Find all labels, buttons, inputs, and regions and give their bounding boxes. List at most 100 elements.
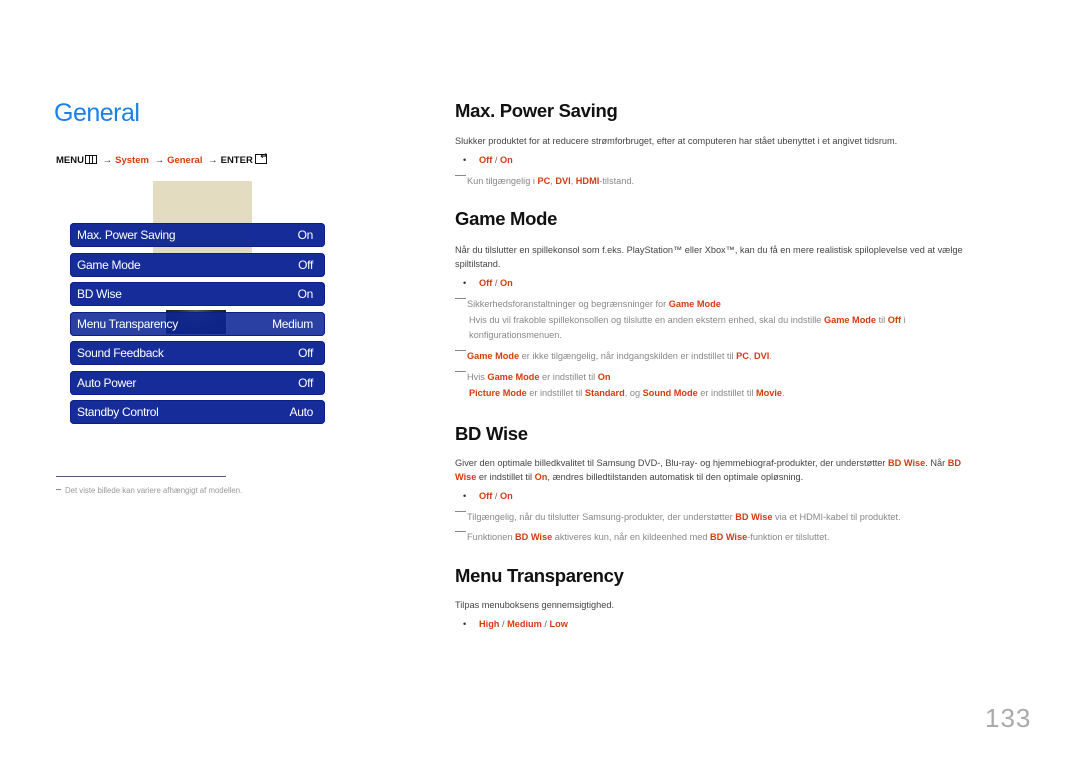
section-title-bd-wise: BD Wise bbox=[455, 423, 528, 444]
bd-wise-note-1: Tilgængelig, når du tilslutter Samsung-p… bbox=[455, 510, 901, 524]
osd-item-value: Off bbox=[298, 346, 313, 360]
game-mode-note-2: Game Mode er ikke tilgængelig, når indga… bbox=[455, 349, 772, 363]
note-text: er ikke tilgængelig, når indgangskilden … bbox=[519, 351, 737, 361]
note-highlight: On bbox=[597, 372, 611, 382]
arrow-icon: → bbox=[102, 155, 113, 166]
dash-icon bbox=[56, 489, 61, 490]
note-text: Hvis du vil frakoble spillekonsollen og … bbox=[469, 315, 824, 325]
option-high: High bbox=[479, 619, 500, 629]
osd-item-value: Medium bbox=[272, 316, 313, 331]
option-off: Off bbox=[479, 491, 493, 501]
section-title-max-power-saving: Max. Power Saving bbox=[455, 100, 618, 121]
note-highlight: DVI bbox=[555, 176, 571, 186]
option-medium: Medium bbox=[507, 619, 542, 629]
option-separator: / bbox=[492, 278, 500, 288]
note-highlight: PC bbox=[736, 351, 749, 361]
bullet-icon: • bbox=[463, 278, 467, 288]
note-text: Sikkerhedsforanstaltninger og begrænsnin… bbox=[467, 299, 669, 309]
note-icon bbox=[455, 531, 466, 532]
note-text: via et HDMI-kabel til produktet. bbox=[772, 512, 901, 522]
note-icon bbox=[455, 298, 466, 299]
note-text: i bbox=[901, 315, 906, 325]
max-power-saving-options: • Off / On bbox=[455, 155, 513, 165]
osd-item-label: Game Mode bbox=[77, 257, 141, 272]
note-highlight: BD Wise bbox=[710, 532, 748, 542]
option-separator: / bbox=[492, 491, 500, 501]
bd-wise-note-2: Funktionen BD Wise aktiveres kun, når en… bbox=[455, 530, 829, 544]
bullet-icon: • bbox=[463, 155, 467, 165]
osd-item-value: On bbox=[297, 228, 314, 242]
desc-text: er indstillet til bbox=[476, 472, 535, 482]
osd-item-menu-transparency[interactable]: Menu Transparency Medium bbox=[70, 311, 325, 336]
page-number: 133 bbox=[985, 703, 1032, 733]
menu-grid-icon bbox=[84, 155, 97, 164]
option-on: On bbox=[499, 155, 513, 165]
note-highlight: Game Mode bbox=[823, 315, 877, 325]
note-highlight: Game Mode bbox=[668, 299, 721, 309]
menu-transparency-desc: Tilpas menuboksens gennemsigtighed. bbox=[455, 600, 615, 610]
footnote-divider bbox=[56, 476, 226, 477]
osd-item-value: On bbox=[297, 287, 314, 301]
menu-label: MENU bbox=[56, 155, 84, 166]
note-icon bbox=[455, 371, 466, 372]
note-icon bbox=[455, 511, 466, 512]
game-mode-desc-1: Når du tilslutter en spillekonsol som f.… bbox=[455, 245, 963, 255]
game-mode-desc-2: spiltilstand. bbox=[455, 259, 501, 269]
note-text: , og bbox=[624, 388, 643, 398]
osd-item-value: Off bbox=[298, 257, 313, 272]
max-power-saving-note: Kun tilgængelig i PC, DVI, HDMI-tilstand… bbox=[455, 174, 634, 188]
desc-highlight: BD Wise bbox=[888, 458, 926, 468]
enter-icon bbox=[254, 151, 268, 164]
osd-item-bd-wise[interactable]: BD Wise On bbox=[70, 282, 325, 306]
option-low: Low bbox=[549, 619, 568, 629]
note-text: Funktionen bbox=[467, 532, 516, 542]
osd-item-label: Sound Feedback bbox=[77, 346, 164, 360]
note-text: er indstillet til bbox=[697, 388, 756, 398]
footnote-text: Det viste billede kan variere afhængigt … bbox=[65, 486, 243, 495]
osd-item-max-power-saving[interactable]: Max. Power Saving On bbox=[70, 223, 325, 247]
option-on: On bbox=[499, 278, 513, 288]
bd-wise-desc-2: Wise er indstillet til On, ændres billed… bbox=[455, 470, 803, 484]
osd-item-auto-power[interactable]: Auto Power Off bbox=[70, 370, 325, 395]
desc-text: . Når bbox=[925, 458, 948, 468]
note-text: -funktion er tilsluttet. bbox=[747, 532, 830, 542]
osd-item-label: Auto Power bbox=[77, 375, 137, 390]
desc-highlight: On bbox=[534, 472, 548, 482]
osd-item-label: Max. Power Saving bbox=[77, 228, 176, 242]
note-text: er indstillet til bbox=[526, 388, 585, 398]
note-highlight: PC bbox=[537, 176, 551, 186]
osd-item-game-mode[interactable]: Game Mode Off bbox=[70, 252, 325, 277]
option-off: Off bbox=[479, 278, 493, 288]
game-mode-note-1-detail: Hvis du vil frakoble spillekonsollen og … bbox=[469, 313, 906, 327]
osd-item-sound-feedback[interactable]: Sound Feedback Off bbox=[70, 341, 325, 365]
section-title-menu-transparency: Menu Transparency bbox=[455, 565, 624, 586]
note-text: til bbox=[876, 315, 888, 325]
desc-highlight: BD bbox=[947, 458, 961, 468]
osd-item-value: Auto bbox=[289, 405, 314, 419]
option-separator: / bbox=[499, 619, 508, 629]
note-highlight: BD Wise bbox=[515, 532, 553, 542]
bd-wise-options: • Off / On bbox=[455, 491, 513, 501]
enter-label: ENTER bbox=[220, 155, 253, 166]
note-text: Hvis bbox=[467, 372, 488, 382]
note-highlight: Game Mode bbox=[487, 372, 540, 382]
bullet-icon: • bbox=[463, 491, 467, 501]
note-highlight: DVI bbox=[754, 351, 770, 361]
game-mode-note-3: Hvis Game Mode er indstillet til On bbox=[455, 370, 610, 384]
section-title-game-mode: Game Mode bbox=[455, 208, 558, 229]
desc-text: Giver den optimale billedkvalitet til Sa… bbox=[455, 458, 889, 468]
note-text: aktiveres kun, når en kildeenhed med bbox=[552, 532, 711, 542]
note-text: er indstillet til bbox=[539, 372, 598, 382]
note-text: . bbox=[769, 351, 772, 361]
osd-item-value: Off bbox=[298, 375, 313, 390]
note-icon bbox=[455, 175, 466, 176]
note-text: . bbox=[782, 388, 785, 398]
osd-item-label: BD Wise bbox=[77, 287, 122, 301]
osd-item-standby-control[interactable]: Standby Control Auto bbox=[70, 400, 325, 424]
bullet-icon: • bbox=[463, 619, 467, 629]
note-highlight: BD Wise bbox=[735, 512, 773, 522]
osd-item-label: Menu Transparency bbox=[77, 316, 178, 331]
note-text: Tilgængelig, når du tilslutter Samsung-p… bbox=[467, 512, 736, 522]
note-highlight: Movie bbox=[755, 388, 783, 398]
option-off: Off bbox=[479, 155, 493, 165]
